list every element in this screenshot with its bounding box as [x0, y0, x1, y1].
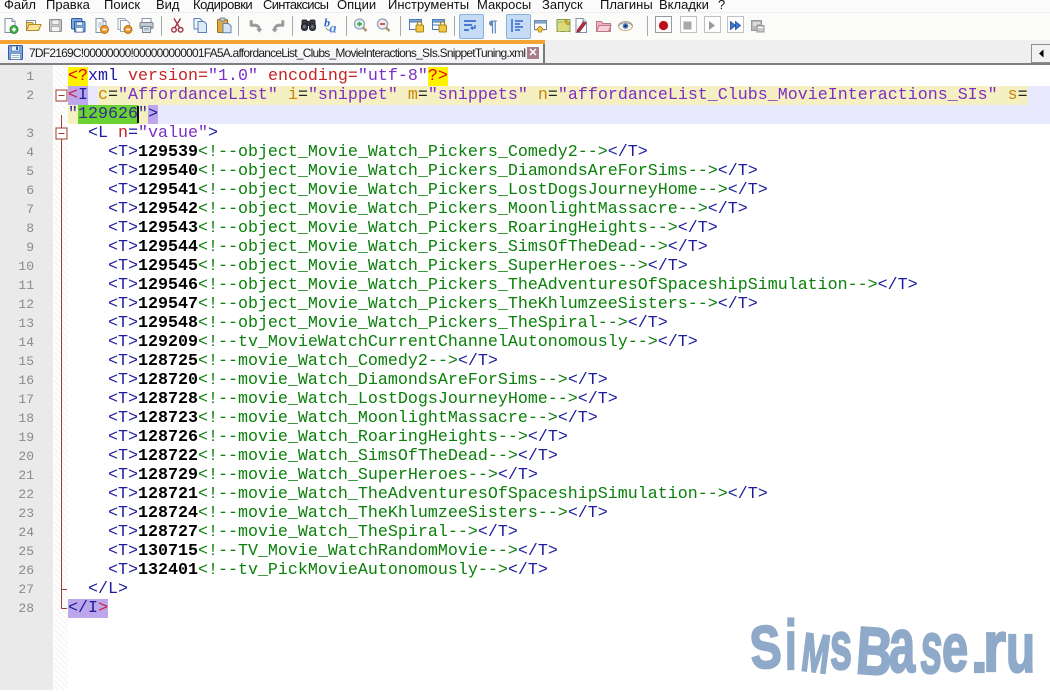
svg-text:r: r [983, 607, 1006, 686]
svg-text:S: S [747, 614, 783, 683]
svg-text:s: s [830, 608, 852, 684]
svg-text:a: a [889, 602, 916, 689]
svg-text:i: i [785, 607, 797, 685]
svg-text:e: e [942, 610, 968, 686]
svg-text:M: M [799, 623, 833, 685]
svg-text:s: s [918, 607, 946, 689]
svg-text:u: u [1006, 609, 1035, 687]
